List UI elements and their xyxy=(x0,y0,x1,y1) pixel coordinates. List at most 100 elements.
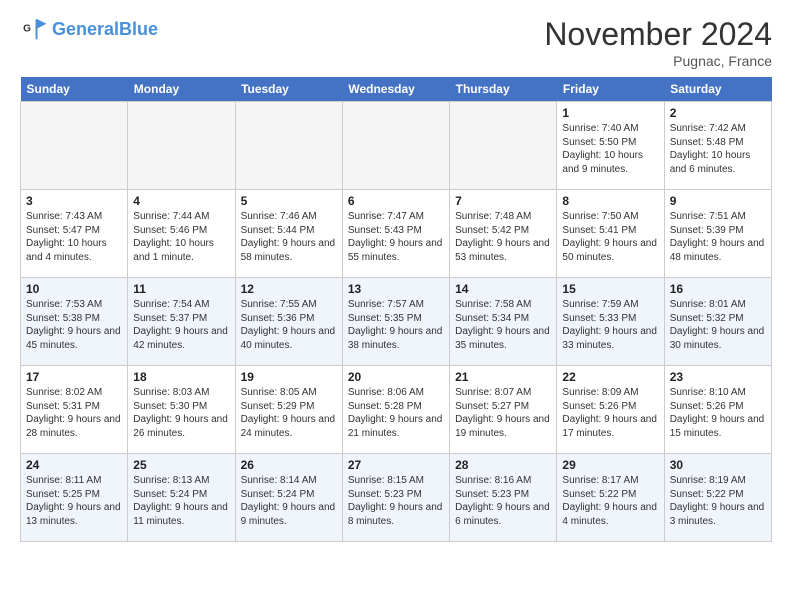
col-saturday: Saturday xyxy=(664,77,771,102)
week-row-4: 17Sunrise: 8:02 AM Sunset: 5:31 PM Dayli… xyxy=(21,366,772,454)
day-info: Sunrise: 8:03 AM Sunset: 5:30 PM Dayligh… xyxy=(133,386,229,440)
calendar-cell: 12Sunrise: 7:55 AM Sunset: 5:36 PM Dayli… xyxy=(235,278,342,366)
day-number: 22 xyxy=(562,370,658,384)
day-number: 29 xyxy=(562,458,658,472)
day-info: Sunrise: 7:47 AM Sunset: 5:43 PM Dayligh… xyxy=(348,210,444,264)
col-wednesday: Wednesday xyxy=(342,77,449,102)
day-info: Sunrise: 7:40 AM Sunset: 5:50 PM Dayligh… xyxy=(562,122,658,176)
day-number: 13 xyxy=(348,282,444,296)
calendar-cell: 6Sunrise: 7:47 AM Sunset: 5:43 PM Daylig… xyxy=(342,190,449,278)
day-info: Sunrise: 7:50 AM Sunset: 5:41 PM Dayligh… xyxy=(562,210,658,264)
day-info: Sunrise: 8:14 AM Sunset: 5:24 PM Dayligh… xyxy=(241,474,337,528)
day-info: Sunrise: 8:01 AM Sunset: 5:32 PM Dayligh… xyxy=(670,298,766,352)
calendar-cell xyxy=(128,102,235,190)
calendar-page: G GeneralBlue November 2024 Pugnac, Fran… xyxy=(0,0,792,612)
calendar-cell: 27 Sunrise: 8:15 AM Sunset: 5:23 PM Dayli… xyxy=(342,454,449,542)
logo: G GeneralBlue xyxy=(20,16,158,44)
calendar-cell: 24Sunrise: 8:11 AM Sunset: 5:25 PM Dayli… xyxy=(21,454,128,542)
day-info: Sunrise: 7:59 AM Sunset: 5:33 PM Dayligh… xyxy=(562,298,658,352)
day-number: 11 xyxy=(133,282,229,296)
month-title: November 2024 xyxy=(544,16,772,53)
day-number: 16 xyxy=(670,282,766,296)
calendar-cell: 5 Sunrise: 7:46 AM Sunset: 5:44 PM Daylig… xyxy=(235,190,342,278)
location: Pugnac, France xyxy=(544,53,772,69)
calendar-cell: 28 Sunrise: 8:16 AM Sunset: 5:23 PM Dayli… xyxy=(450,454,557,542)
svg-text:G: G xyxy=(23,24,31,35)
day-info: Sunrise: 7:42 AM Sunset: 5:48 PM Dayligh… xyxy=(670,122,766,176)
calendar-cell: 23Sunrise: 8:10 AM Sunset: 5:26 PM Dayli… xyxy=(664,366,771,454)
day-info: Sunrise: 8:11 AM Sunset: 5:25 PM Dayligh… xyxy=(26,474,122,528)
calendar-cell: 8Sunrise: 7:50 AM Sunset: 5:41 PM Daylig… xyxy=(557,190,664,278)
day-info: Sunrise: 8:09 AM Sunset: 5:26 PM Dayligh… xyxy=(562,386,658,440)
calendar-cell: 14Sunrise: 7:58 AM Sunset: 5:34 PM Dayli… xyxy=(450,278,557,366)
day-info: Sunrise: 8:16 AM Sunset: 5:23 PM Dayligh… xyxy=(455,474,551,528)
day-number: 30 xyxy=(670,458,766,472)
week-row-3: 10 Sunrise: 7:53 AM Sunset: 5:38 PM Dayli… xyxy=(21,278,772,366)
col-friday: Friday xyxy=(557,77,664,102)
calendar-cell: 15 Sunrise: 7:59 AM Sunset: 5:33 PM Dayli… xyxy=(557,278,664,366)
day-number: 1 xyxy=(562,106,658,120)
col-thursday: Thursday xyxy=(450,77,557,102)
calendar-cell: 21Sunrise: 8:07 AM Sunset: 5:27 PM Dayli… xyxy=(450,366,557,454)
day-number: 3 xyxy=(26,194,122,208)
calendar-cell: 29 Sunrise: 8:17 AM Sunset: 5:22 PM Dayli… xyxy=(557,454,664,542)
day-number: 26 xyxy=(241,458,337,472)
calendar-table: Sunday Monday Tuesday Wednesday Thursday… xyxy=(20,77,772,542)
day-info: Sunrise: 8:17 AM Sunset: 5:22 PM Dayligh… xyxy=(562,474,658,528)
day-number: 7 xyxy=(455,194,551,208)
day-number: 9 xyxy=(670,194,766,208)
day-number: 19 xyxy=(241,370,337,384)
day-number: 5 xyxy=(241,194,337,208)
calendar-cell: 17Sunrise: 8:02 AM Sunset: 5:31 PM Dayli… xyxy=(21,366,128,454)
day-info: Sunrise: 7:43 AM Sunset: 5:47 PM Dayligh… xyxy=(26,210,122,264)
logo-icon: G xyxy=(20,16,48,44)
calendar-cell: 18 Sunrise: 8:03 AM Sunset: 5:30 PM Dayli… xyxy=(128,366,235,454)
day-info: Sunrise: 7:46 AM Sunset: 5:44 PM Dayligh… xyxy=(241,210,337,264)
day-info: Sunrise: 7:57 AM Sunset: 5:35 PM Dayligh… xyxy=(348,298,444,352)
day-number: 18 xyxy=(133,370,229,384)
week-row-2: 3 Sunrise: 7:43 AM Sunset: 5:47 PM Daylig… xyxy=(21,190,772,278)
day-info: Sunrise: 7:53 AM Sunset: 5:38 PM Dayligh… xyxy=(26,298,122,352)
day-info: Sunrise: 8:15 AM Sunset: 5:23 PM Dayligh… xyxy=(348,474,444,528)
day-number: 27 xyxy=(348,458,444,472)
day-info: Sunrise: 7:55 AM Sunset: 5:36 PM Dayligh… xyxy=(241,298,337,352)
calendar-cell xyxy=(21,102,128,190)
day-number: 28 xyxy=(455,458,551,472)
day-number: 23 xyxy=(670,370,766,384)
day-number: 14 xyxy=(455,282,551,296)
calendar-cell: 30Sunrise: 8:19 AM Sunset: 5:22 PM Dayli… xyxy=(664,454,771,542)
calendar-cell: 26 Sunrise: 8:14 AM Sunset: 5:24 PM Dayli… xyxy=(235,454,342,542)
calendar-cell xyxy=(342,102,449,190)
day-number: 20 xyxy=(348,370,444,384)
day-number: 21 xyxy=(455,370,551,384)
day-info: Sunrise: 8:13 AM Sunset: 5:24 PM Dayligh… xyxy=(133,474,229,528)
calendar-cell: 1 Sunrise: 7:40 AM Sunset: 5:50 PM Daylig… xyxy=(557,102,664,190)
header: G GeneralBlue November 2024 Pugnac, Fran… xyxy=(20,16,772,69)
calendar-cell xyxy=(450,102,557,190)
calendar-cell: 3 Sunrise: 7:43 AM Sunset: 5:47 PM Daylig… xyxy=(21,190,128,278)
calendar-cell: 7 Sunrise: 7:48 AM Sunset: 5:42 PM Daylig… xyxy=(450,190,557,278)
week-row-5: 24Sunrise: 8:11 AM Sunset: 5:25 PM Dayli… xyxy=(21,454,772,542)
calendar-cell: 11Sunrise: 7:54 AM Sunset: 5:37 PM Dayli… xyxy=(128,278,235,366)
day-info: Sunrise: 7:48 AM Sunset: 5:42 PM Dayligh… xyxy=(455,210,551,264)
calendar-cell: 19 Sunrise: 8:05 AM Sunset: 5:29 PM Dayli… xyxy=(235,366,342,454)
day-number: 15 xyxy=(562,282,658,296)
calendar-cell: 13 Sunrise: 7:57 AM Sunset: 5:35 PM Dayli… xyxy=(342,278,449,366)
calendar-cell: 20 Sunrise: 8:06 AM Sunset: 5:28 PM Dayli… xyxy=(342,366,449,454)
calendar-cell: 2 Sunrise: 7:42 AM Sunset: 5:48 PM Daylig… xyxy=(664,102,771,190)
logo-text: GeneralBlue xyxy=(52,20,158,40)
day-info: Sunrise: 7:44 AM Sunset: 5:46 PM Dayligh… xyxy=(133,210,229,264)
day-number: 2 xyxy=(670,106,766,120)
col-tuesday: Tuesday xyxy=(235,77,342,102)
title-block: November 2024 Pugnac, France xyxy=(544,16,772,69)
calendar-cell xyxy=(235,102,342,190)
day-number: 4 xyxy=(133,194,229,208)
day-number: 10 xyxy=(26,282,122,296)
day-info: Sunrise: 7:51 AM Sunset: 5:39 PM Dayligh… xyxy=(670,210,766,264)
calendar-cell: 16 Sunrise: 8:01 AM Sunset: 5:32 PM Dayli… xyxy=(664,278,771,366)
calendar-cell: 9 Sunrise: 7:51 AM Sunset: 5:39 PM Daylig… xyxy=(664,190,771,278)
day-info: Sunrise: 8:06 AM Sunset: 5:28 PM Dayligh… xyxy=(348,386,444,440)
day-info: Sunrise: 8:02 AM Sunset: 5:31 PM Dayligh… xyxy=(26,386,122,440)
day-info: Sunrise: 8:05 AM Sunset: 5:29 PM Dayligh… xyxy=(241,386,337,440)
calendar-cell: 25Sunrise: 8:13 AM Sunset: 5:24 PM Dayli… xyxy=(128,454,235,542)
